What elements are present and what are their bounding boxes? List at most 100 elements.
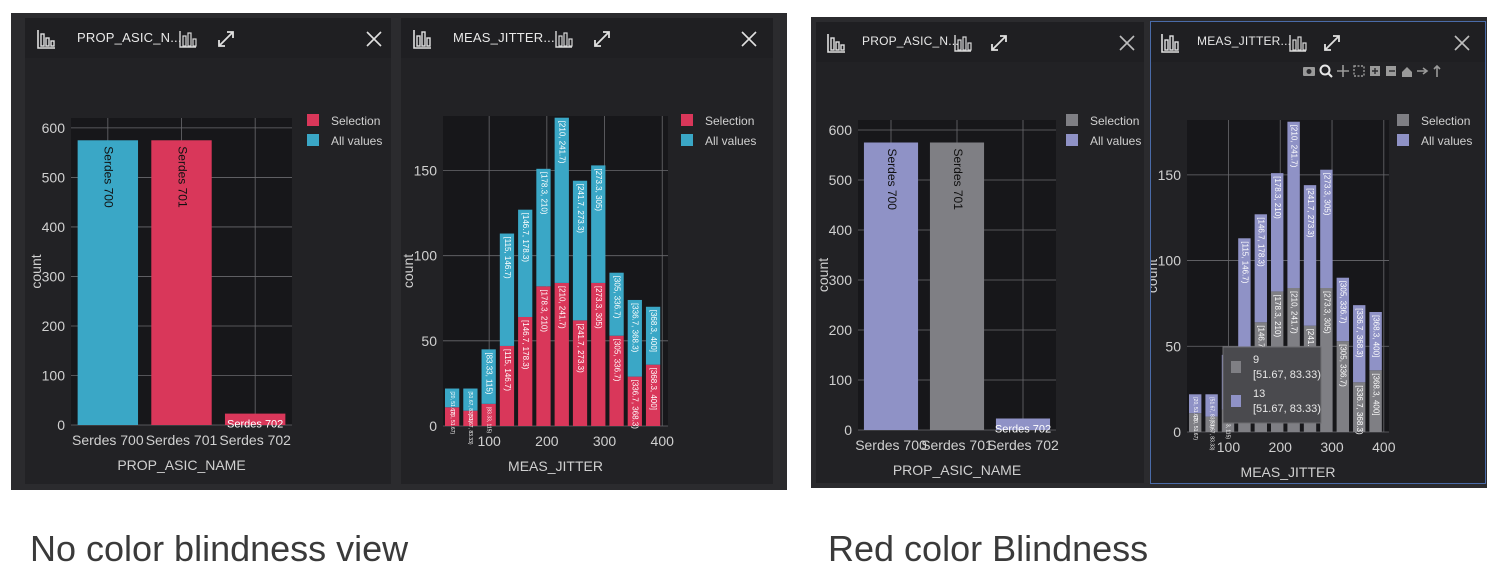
tooltip-swatch xyxy=(1231,361,1241,373)
legend-swatch xyxy=(1066,114,1078,126)
legend-swatch xyxy=(307,134,319,146)
bar-label: [305, 336.7) xyxy=(612,339,621,382)
bar-label: [368.3, 400] xyxy=(1372,315,1381,357)
y-tick-label: 200 xyxy=(42,318,66,334)
y-tick-label: 50 xyxy=(1165,338,1181,354)
bar-label: [115, 146.7) xyxy=(503,237,512,279)
bar-label: [146.7, 178.3) xyxy=(1257,217,1266,267)
bar-label: Serdes 702 xyxy=(227,419,283,431)
panel-titlebar: PROP_ASIC_N... xyxy=(25,18,391,58)
x-tick-label: Serdes 701 xyxy=(921,437,993,453)
close-icon[interactable] xyxy=(738,28,760,50)
chart-panel-prop-asic: PROP_ASIC_N... 0 100 200 300 400 500 600 Serdes… xyxy=(816,22,1144,483)
y-tick-label: 300 xyxy=(829,272,853,288)
bar-chart-type-icon[interactable] xyxy=(553,28,575,50)
bar-chart-type-icon[interactable] xyxy=(1287,32,1309,54)
bar-label: [115, 146.7) xyxy=(1240,241,1249,283)
bar-label: [368.3, 400] xyxy=(1372,373,1381,415)
chart-panel-prop-asic: PROP_ASIC_N... 0 100 200 300 400 500 600 Serdes… xyxy=(25,18,391,484)
y-tick-label: 600 xyxy=(42,120,66,136)
bar-label: [273.3, 305) xyxy=(594,286,603,329)
y-tick-label: 100 xyxy=(1158,253,1182,269)
close-icon[interactable] xyxy=(1451,32,1473,54)
bar-label: [178.3, 210) xyxy=(539,172,548,215)
panel-title: MEAS_JITTER... xyxy=(1197,34,1292,48)
x-axis-title: MEAS_JITTER xyxy=(1241,464,1336,480)
bar-label: Serdes 701 xyxy=(951,149,965,211)
bar-label: [368.3, 400] xyxy=(649,368,658,410)
expand-icon[interactable] xyxy=(215,28,237,50)
legend-swatch xyxy=(681,114,693,126)
x-tick-label: 100 xyxy=(1217,439,1241,455)
bar-label: [51.67, 83.33) xyxy=(1208,397,1214,428)
tooltip-range: [51.67, 83.33) xyxy=(1253,403,1321,415)
bar-label: Serdes 700 xyxy=(885,149,899,211)
y-tick-label: 100 xyxy=(42,367,66,383)
expand-icon[interactable] xyxy=(988,32,1010,54)
expand-icon[interactable] xyxy=(591,28,613,50)
y-tick-label: 50 xyxy=(421,333,437,349)
screenshot-red-blindness-view: PROP_ASIC_N... 0 100 200 300 400 500 600 Serdes… xyxy=(811,17,1487,488)
meas-jitter-chart: 050100150100 200 300 400[20, 51.67)[20, 51.… xyxy=(1151,114,1472,480)
bar-label: [146.7, 178.3) xyxy=(521,320,530,370)
bar-label: [273.3, 305) xyxy=(1322,291,1331,334)
legend-label: Selection xyxy=(331,114,380,128)
x-axis-title: PROP_ASIC_NAME xyxy=(117,457,245,473)
bar-label: [305, 336.7) xyxy=(1339,281,1348,324)
bar-chart-type-icon[interactable] xyxy=(177,28,199,50)
legend-label: All values xyxy=(1421,134,1472,148)
bar-label: [210, 241.7) xyxy=(1290,291,1299,334)
bar-label: [210, 241.7) xyxy=(558,286,567,329)
close-icon[interactable] xyxy=(363,28,385,50)
caption-normal-view: No color blindness view xyxy=(30,528,409,569)
tooltip-swatch xyxy=(1231,395,1241,407)
y-tick-label: 0 xyxy=(429,418,437,434)
y-axis-title: count xyxy=(816,258,831,292)
x-tick-label: Serdes 702 xyxy=(987,437,1059,453)
y-tick-label: 400 xyxy=(829,222,853,238)
bar-label: [83.33, 115) xyxy=(485,407,491,434)
y-tick-label: 100 xyxy=(414,248,438,264)
prop-asic-chart: 0100200300400500600Serdes 700Serdes 701S… xyxy=(816,114,1141,478)
x-tick-label: 200 xyxy=(1269,439,1293,455)
histogram-icon xyxy=(411,28,433,50)
y-tick-label: 0 xyxy=(1173,424,1181,440)
legend-label: All values xyxy=(705,134,756,148)
y-tick-label: 400 xyxy=(42,219,66,235)
bar-label: Serdes 700 xyxy=(102,146,116,208)
bar-label: [20, 51.67) xyxy=(449,392,455,416)
bar-label: [336.7, 368.3) xyxy=(631,380,640,430)
chart-panel-meas-jitter: MEAS_JITTER... 0 50 100 150 100 200 300 400 [20,… xyxy=(401,18,773,484)
bar-label: [178.3, 210) xyxy=(1273,294,1282,337)
y-tick-label: 0 xyxy=(57,417,65,433)
tooltip-count: 9 xyxy=(1253,354,1259,366)
legend-label: All values xyxy=(1090,134,1141,148)
bar-label: [83.33, 115) xyxy=(485,352,494,394)
bar-chart-type-icon[interactable] xyxy=(952,32,974,54)
y-axis-title: count xyxy=(401,254,416,288)
bar-label: [241.7, 273.3) xyxy=(1306,188,1315,238)
bar-label: [336.7, 368.3) xyxy=(631,303,640,353)
legend-swatch xyxy=(1397,114,1409,126)
legend-swatch xyxy=(1397,134,1409,146)
tooltip-range: [51.67, 83.33) xyxy=(1253,369,1321,381)
x-tick-label: 400 xyxy=(651,433,675,449)
bar-label: [178.3, 210) xyxy=(539,289,548,332)
y-tick-label: 100 xyxy=(829,372,853,388)
panel-title: MEAS_JITTER... xyxy=(453,30,555,45)
x-tick-label: Serdes 700 xyxy=(855,437,927,453)
panel-titlebar: MEAS_JITTER... xyxy=(401,18,773,58)
legend-swatch xyxy=(681,134,693,146)
y-axis-title: count xyxy=(28,254,44,288)
x-tick-label: Serdes 702 xyxy=(219,432,291,448)
y-tick-label: 0 xyxy=(844,422,852,438)
bar-label: [241.7, 273.3) xyxy=(576,184,585,234)
expand-icon[interactable] xyxy=(1321,32,1343,54)
chart-panel-meas-jitter: MEAS_JITTER... 0 50 100 150 100 200 300 … xyxy=(1150,21,1486,484)
y-tick-label: 200 xyxy=(829,322,853,338)
close-icon[interactable] xyxy=(1116,32,1138,54)
x-tick-label: 300 xyxy=(1320,439,1344,455)
panel-title: PROP_ASIC_N... xyxy=(77,30,182,45)
y-tick-label: 500 xyxy=(42,169,66,185)
screenshot-normal-view: PROP_ASIC_N... 0 100 200 300 400 500 600 Serdes… xyxy=(11,13,787,490)
